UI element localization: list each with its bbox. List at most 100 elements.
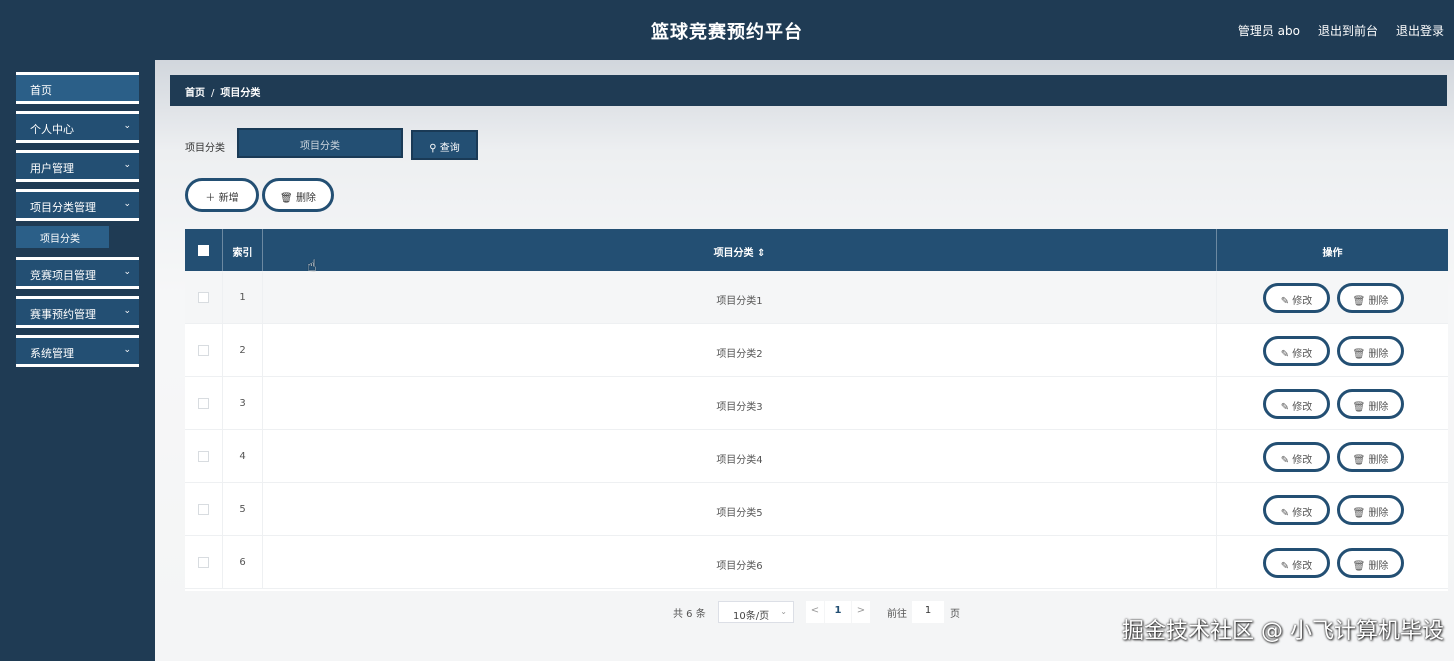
edit-button-label: 修改 [1292, 349, 1313, 360]
edit-button-label: 修改 [1292, 402, 1313, 413]
sidebar-item-label: 赛事预约管理 [30, 308, 96, 321]
pencil-icon: ✎ [1280, 455, 1293, 466]
checkbox-icon [198, 398, 209, 409]
add-button-label: 新增 [218, 193, 239, 204]
page-unit-label: 页 [950, 609, 960, 620]
delete-button[interactable]: 🗑 删除 [1337, 336, 1404, 366]
page-number-current[interactable]: 1 [825, 601, 851, 623]
edit-button[interactable]: ✎ 修改 [1263, 283, 1330, 313]
plus-icon: ＋ [205, 193, 216, 204]
sidebar-item-home[interactable]: 首页 [16, 72, 139, 104]
pagination-total: 共 6 条 [673, 609, 706, 620]
sidebar-item-category-management[interactable]: 项目分类管理 ⌄ [16, 189, 139, 221]
row-checkbox[interactable] [185, 483, 223, 536]
breadcrumb: 首页 / 项目分类 [170, 75, 1447, 106]
next-page-button[interactable]: > [852, 601, 870, 623]
goto-label: 前往 [887, 609, 907, 620]
page-size-select[interactable]: 10条/页 ⌄ [718, 601, 794, 623]
pencil-icon: ✎ [1280, 296, 1293, 307]
header-actions: 管理员 abo 退出到前台 退出登录 [1238, 22, 1444, 39]
delete-button[interactable]: 🗑 删除 [1337, 283, 1404, 313]
delete-button[interactable]: 🗑 删除 [1337, 495, 1404, 525]
trash-icon: 🗑 [1352, 455, 1369, 466]
sidebar-item-label: 个人中心 [30, 123, 74, 136]
row-category: 项目分类2 [263, 324, 1217, 377]
chevron-down-icon: ⌄ [123, 306, 131, 316]
trash-icon: 🗑 [1352, 296, 1369, 307]
edit-button[interactable]: ✎ 修改 [1263, 495, 1330, 525]
delete-button[interactable]: 🗑 删除 [1337, 389, 1404, 419]
sidebar-item-reservation-management[interactable]: 赛事预约管理 ⌄ [16, 296, 139, 328]
search-input[interactable]: 项目分类 [237, 128, 403, 158]
checkbox-icon [198, 292, 209, 303]
sidebar-item-label: 项目分类管理 [30, 201, 96, 214]
breadcrumb-home[interactable]: 首页 [185, 88, 205, 99]
watermark: 掘金技术社区 @ 小飞计算机毕设 [1122, 619, 1444, 644]
sidebar-item-user-management[interactable]: 用户管理 ⌄ [16, 150, 139, 182]
delete-button[interactable]: 🗑 删除 [1337, 548, 1404, 578]
row-category: 项目分类5 [263, 483, 1217, 536]
edit-button[interactable]: ✎ 修改 [1263, 548, 1330, 578]
row-checkbox[interactable] [185, 377, 223, 430]
checkbox-icon [198, 557, 209, 568]
edit-button[interactable]: ✎ 修改 [1263, 336, 1330, 366]
edit-button-label: 修改 [1292, 455, 1313, 466]
checkbox-icon [198, 345, 209, 356]
sidebar-subitem-category[interactable]: 项目分类 [16, 226, 109, 248]
row-index: 2 [223, 324, 263, 377]
trash-icon: 🗑 [1352, 402, 1369, 413]
prev-page-button[interactable]: < [806, 601, 824, 623]
pencil-icon: ✎ [1280, 349, 1293, 360]
main-content: 首页 / 项目分类 项目分类 项目分类 ⚲ 查询 ＋ 新增 🗑 删除 索引 项目分类… [155, 60, 1454, 661]
sidebar-item-competition-management[interactable]: 竞赛项目管理 ⌄ [16, 257, 139, 289]
row-actions: ✎ 修改 🗑 删除 [1217, 271, 1448, 324]
row-checkbox[interactable] [185, 324, 223, 377]
select-all-checkbox[interactable] [185, 229, 223, 271]
sidebar-item-label: 首页 [30, 84, 52, 97]
goto-page-input[interactable]: 1 [912, 601, 944, 623]
hand-cursor-icon: ☝ [307, 256, 317, 275]
pencil-icon: ✎ [1280, 402, 1293, 413]
chevron-down-icon: ⌄ [123, 121, 131, 131]
table-row: 3 项目分类3 ✎ 修改 🗑 删除 [185, 377, 1448, 430]
pencil-icon: ✎ [1280, 508, 1293, 519]
search-button-label: 查询 [439, 143, 460, 154]
table-row: 1 项目分类1 ✎ 修改 🗑 删除 [185, 271, 1448, 324]
table-row: 2 项目分类2 ✎ 修改 🗑 删除 [185, 324, 1448, 377]
edit-button[interactable]: ✎ 修改 [1263, 389, 1330, 419]
top-header: 篮球竞赛预约平台 管理员 abo 退出到前台 退出登录 [0, 0, 1454, 60]
row-index: 3 [223, 377, 263, 430]
delete-button-label: 删除 [1368, 455, 1389, 466]
delete-button-label: 删除 [1368, 402, 1389, 413]
back-to-front-link[interactable]: 退出到前台 [1318, 22, 1378, 39]
table-row: 5 项目分类5 ✎ 修改 🗑 删除 [185, 483, 1448, 536]
edit-button-label: 修改 [1292, 508, 1313, 519]
sidebar-item-label: 竞赛项目管理 [30, 269, 96, 282]
column-header-actions: 操作 [1322, 248, 1343, 259]
checkbox-icon [198, 245, 209, 256]
row-checkbox[interactable] [185, 536, 223, 589]
delete-button-label: 删除 [1368, 561, 1389, 572]
row-checkbox[interactable] [185, 271, 223, 324]
row-category: 项目分类3 [263, 377, 1217, 430]
row-actions: ✎ 修改 🗑 删除 [1217, 483, 1448, 536]
sidebar-item-personal-center[interactable]: 个人中心 ⌄ [16, 111, 139, 143]
edit-button[interactable]: ✎ 修改 [1263, 442, 1330, 472]
admin-user-label: 管理员 abo [1237, 24, 1300, 38]
add-button[interactable]: ＋ 新增 [185, 178, 259, 212]
sidebar-item-system-management[interactable]: 系统管理 ⌄ [16, 335, 139, 367]
batch-delete-button[interactable]: 🗑 删除 [262, 178, 334, 212]
logout-link[interactable]: 退出登录 [1396, 22, 1444, 39]
checkbox-icon [198, 451, 209, 462]
sidebar-item-label: 用户管理 [30, 162, 74, 175]
search-button[interactable]: ⚲ 查询 [411, 130, 478, 160]
row-category: 项目分类4 [263, 430, 1217, 483]
column-header-category[interactable]: 项目分类 ⇕ [263, 229, 1217, 271]
sidebar-item-label: 系统管理 [30, 347, 74, 360]
delete-button[interactable]: 🗑 删除 [1337, 442, 1404, 472]
chevron-down-icon: ⌄ [780, 607, 787, 616]
delete-button-label: 删除 [295, 193, 316, 204]
row-checkbox[interactable] [185, 430, 223, 483]
chevron-down-icon: ⌄ [123, 199, 131, 209]
row-index: 6 [223, 536, 263, 589]
